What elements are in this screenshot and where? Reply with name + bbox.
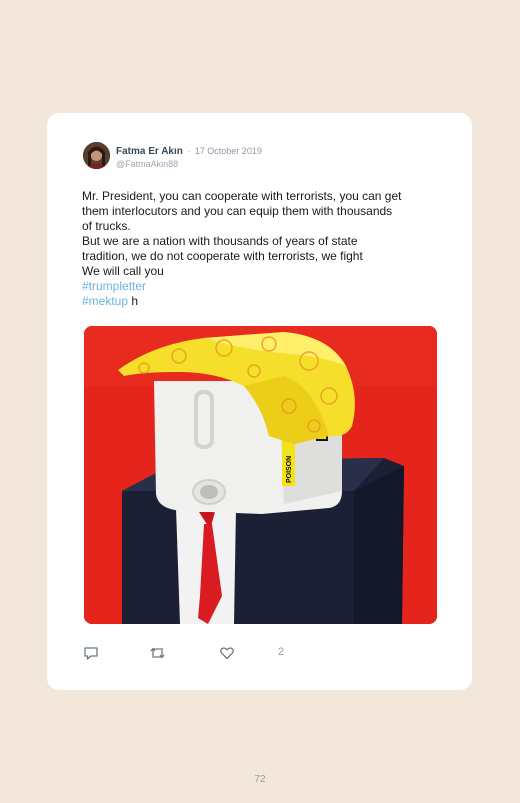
- tweet-actions: 2: [83, 645, 285, 663]
- trailing-text: h: [128, 294, 139, 308]
- tweet-date[interactable]: 17 October 2019: [195, 146, 262, 156]
- tweet-line: tradition, we do not cooperate with terr…: [82, 249, 363, 263]
- avatar[interactable]: [83, 142, 110, 169]
- reply-icon[interactable]: [83, 645, 99, 661]
- tweet-card: Fatma Er Akın · 17 October 2019 @FatmaAk…: [47, 113, 472, 690]
- hashtag-trumpletter[interactable]: #trumpletter: [82, 279, 146, 293]
- tweet-header: Fatma Er Akın · 17 October 2019 @FatmaAk…: [116, 143, 262, 171]
- author-name[interactable]: Fatma Er Akın: [116, 146, 183, 157]
- header-separator: ·: [187, 146, 191, 156]
- tweet-photo[interactable]: POISON: [84, 326, 437, 624]
- tweet-text: Mr. President, you can cooperate with te…: [82, 189, 447, 309]
- like-count: 2: [278, 646, 285, 658]
- tweet-line: them interlocutors and you can equip the…: [82, 204, 393, 218]
- tweet-line: We will call you: [82, 264, 164, 278]
- hashtag-mektup[interactable]: #mektup: [82, 294, 128, 308]
- retweet-icon[interactable]: [149, 645, 166, 661]
- heart-icon[interactable]: [219, 645, 235, 661]
- poison-label: POISON: [286, 456, 293, 483]
- author-handle[interactable]: @FatmaAkin88: [116, 158, 262, 171]
- tweet-line: Mr. President, you can cooperate with te…: [82, 189, 402, 203]
- page-number: 72: [254, 774, 266, 785]
- tweet-line: But we are a nation with thousands of ye…: [82, 234, 358, 248]
- tweet-line: of trucks.: [82, 219, 131, 233]
